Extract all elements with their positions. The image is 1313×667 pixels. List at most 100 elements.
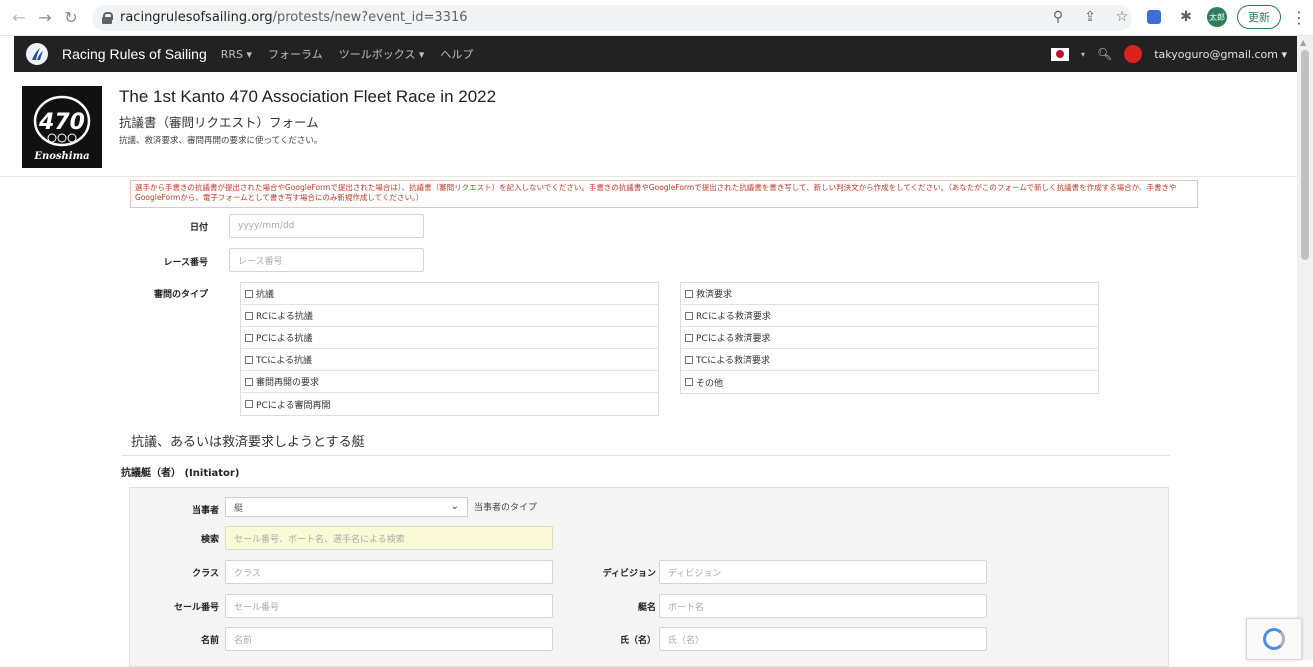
name-placeholder: 名前 [234, 635, 253, 646]
nav-forum[interactable]: フォーラム [268, 46, 323, 62]
date-input[interactable]: yyyy/mm/dd [229, 214, 424, 238]
type-redress[interactable]: 救済要求 [681, 283, 1098, 305]
name-label: 名前 [200, 636, 219, 646]
menu-icon[interactable]: ⋮ [1291, 8, 1307, 27]
name-input[interactable]: 名前 [225, 627, 553, 651]
initiator-panel: 当事者 艇 ⌄ 当事者のタイプ 検索 セール番号、ボート名、選手名による検索 ク… [129, 487, 1169, 667]
race-label: レース番号 [163, 258, 208, 268]
checkbox-icon[interactable] [245, 377, 253, 386]
reload-icon[interactable]: ↻ [58, 5, 84, 31]
section-divider [122, 455, 1170, 456]
division-input[interactable]: ディビジョン [659, 560, 987, 584]
surname-label: 氏（名） [619, 636, 656, 646]
brand-name[interactable]: Racing Rules of Sailing [62, 46, 207, 62]
checkbox-icon[interactable] [245, 333, 253, 342]
checkbox-icon[interactable] [685, 355, 693, 364]
checkbox-icon[interactable] [685, 289, 693, 298]
hearing-type-left-group: 抗議 RCによる抗議 PCによる抗議 TCによる抗議 審問再開の要求 PCによる… [240, 282, 659, 416]
party-label: 当事者 [191, 506, 219, 516]
search-icon[interactable]: 🔍︎ [1097, 47, 1112, 61]
user-menu[interactable]: takyoguro@gmail.com ▾ [1154, 48, 1287, 61]
form-title: 抗議書（審問リクエスト）フォーム [119, 115, 319, 130]
url-host: racingrulesofsailing.org [120, 10, 273, 25]
event-logo-text: Enoshima [33, 151, 89, 162]
class-placeholder: クラス [234, 568, 261, 579]
type-label: TCによる救済要求 [696, 356, 770, 366]
user-avatar[interactable] [1124, 45, 1143, 63]
type-reopening-request[interactable]: 審問再開の要求 [241, 371, 658, 393]
star-icon[interactable]: ☆ [1111, 6, 1133, 28]
type-pc-protest[interactable]: PCによる抗議 [241, 327, 658, 349]
scroll-thumb[interactable] [1301, 50, 1309, 260]
sail-number-input[interactable]: セール番号 [225, 594, 553, 618]
checkbox-icon[interactable] [685, 311, 693, 320]
type-pc-redress[interactable]: PCによる救済要求 [681, 327, 1098, 349]
address-bar[interactable]: racingrulesofsailing.org/protests/new?ev… [92, 4, 1132, 31]
party-select[interactable]: 艇 ⌄ [225, 497, 468, 517]
extension-icon[interactable] [1143, 6, 1165, 28]
event-logo: 470 Enoshima [22, 86, 102, 168]
date-placeholder: yyyy/mm/dd [238, 221, 295, 231]
checkbox-icon[interactable] [685, 333, 693, 342]
puzzle-icon[interactable]: ✱ [1175, 6, 1197, 28]
checkbox-icon[interactable] [245, 400, 253, 408]
nav-rrs[interactable]: RRS ▾ [221, 48, 252, 61]
sail-number-placeholder: セール番号 [234, 602, 280, 613]
type-label: TCによる抗議 [256, 356, 312, 366]
recaptcha-badge[interactable] [1246, 618, 1302, 660]
zoom-icon[interactable]: ⚲ [1047, 6, 1069, 28]
race-placeholder: レース番号 [238, 256, 283, 267]
type-label: PCによる救済要求 [696, 334, 771, 344]
site-navbar: Racing Rules of Sailing RRS ▾ フォーラム ツールボ… [14, 36, 1297, 72]
search-input[interactable]: セール番号、ボート名、選手名による検索 [225, 526, 553, 550]
type-tc-redress[interactable]: TCによる救済要求 [681, 349, 1098, 371]
surname-input[interactable]: 氏（名） [659, 627, 987, 651]
type-protest[interactable]: 抗議 [241, 283, 658, 305]
type-label: PCによる審問再開 [256, 400, 331, 411]
share-icon[interactable]: ⇪ [1079, 6, 1101, 28]
surname-placeholder: 氏（名） [668, 635, 705, 646]
date-label: 日付 [189, 223, 208, 233]
party-type-label: 当事者のタイプ [474, 503, 538, 513]
japan-flag-icon[interactable] [1050, 47, 1069, 61]
browser-toolbar: ← → ↻ racingrulesofsailing.org/protests/… [0, 0, 1313, 36]
search-placeholder: セール番号、ボート名、選手名による検索 [234, 534, 405, 545]
sail-number-label: セール番号 [173, 603, 219, 613]
type-label: RCによる抗議 [256, 312, 313, 322]
page-scrollbar[interactable]: ▲ [1297, 36, 1313, 660]
boat-name-placeholder: ボート名 [668, 602, 705, 613]
recaptcha-icon [1263, 628, 1285, 650]
nav-toolbox[interactable]: ツールボックス ▾ [339, 46, 425, 62]
event-title: The 1st Kanto 470 Association Fleet Race… [119, 87, 497, 106]
type-rc-redress[interactable]: RCによる救済要求 [681, 305, 1098, 327]
search-label: 検索 [200, 535, 219, 545]
type-tc-protest[interactable]: TCによる抗議 [241, 349, 658, 371]
type-rc-protest[interactable]: RCによる抗議 [241, 305, 658, 327]
class-input[interactable]: クラス [225, 560, 553, 584]
checkbox-icon[interactable] [245, 289, 253, 298]
boat-name-input[interactable]: ボート名 [659, 594, 987, 618]
update-button[interactable]: 更新 [1237, 5, 1281, 29]
back-icon[interactable]: ← [6, 5, 32, 31]
party-value: 艇 [234, 503, 244, 514]
type-pc-reopening[interactable]: PCによる審問再開 [241, 393, 658, 415]
forward-icon[interactable]: → [32, 5, 58, 31]
type-label: 抗議 [256, 290, 275, 300]
url-path: /protests/new?event_id=3316 [272, 10, 468, 25]
profile-avatar[interactable]: 太郎 [1207, 7, 1227, 27]
checkbox-icon[interactable] [245, 311, 253, 320]
hearing-type-right-group: 救済要求 RCによる救済要求 PCによる救済要求 TCによる救済要求 その他 [680, 282, 1099, 394]
scroll-up-icon[interactable]: ▲ [1300, 38, 1306, 47]
type-label: PCによる抗議 [256, 334, 313, 344]
language-caret-icon[interactable]: ▾ [1081, 50, 1085, 59]
race-input[interactable]: レース番号 [229, 248, 424, 272]
brand-logo-icon[interactable] [26, 43, 48, 65]
lock-icon [102, 11, 113, 24]
checkbox-icon[interactable] [245, 355, 253, 364]
boat-name-label: 艇名 [637, 603, 656, 613]
checkbox-icon[interactable] [685, 378, 693, 386]
type-other[interactable]: その他 [681, 371, 1098, 393]
initiator-heading: 抗議艇（者） (Initiator) [121, 468, 240, 479]
nav-help[interactable]: ヘルプ [440, 46, 473, 62]
form-description: 抗議、救済要求、審問再開の要求に使ってください。 [119, 136, 323, 146]
